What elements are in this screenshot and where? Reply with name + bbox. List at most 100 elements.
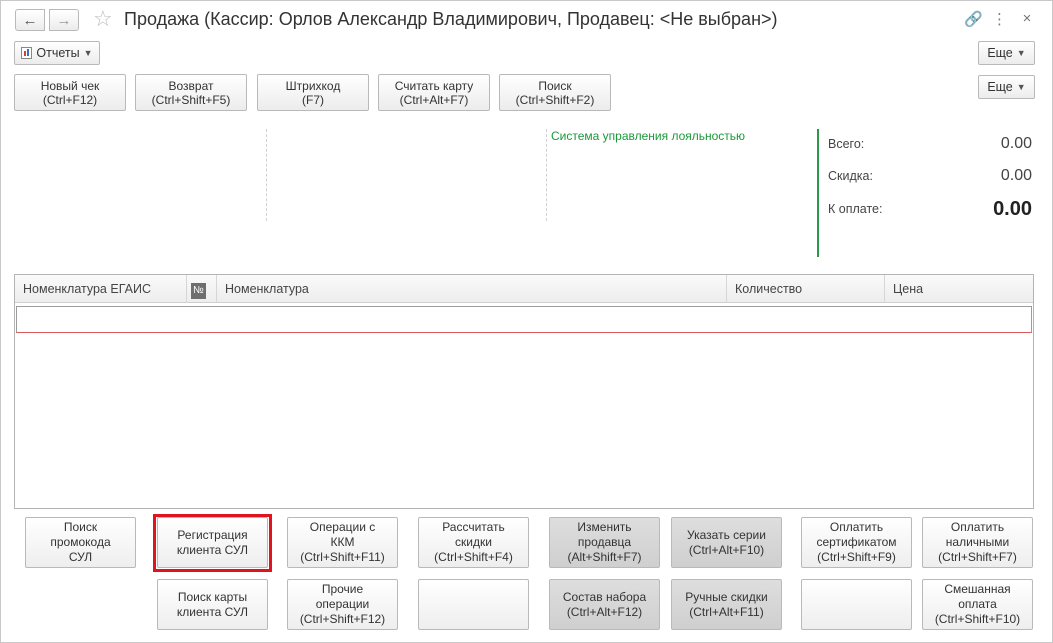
button-label: (Ctrl+Shift+F4) (434, 550, 513, 564)
more-label: Еще (987, 80, 1013, 94)
column-number[interactable]: № (187, 275, 217, 303)
more-icon[interactable]: ⋮ (992, 10, 1007, 28)
kkm-operations-button[interactable]: Операции с ККМ (Ctrl+Shift+F11) (287, 517, 398, 568)
back-button[interactable]: ← (15, 9, 45, 31)
button-label: (Ctrl+Shift+F10) (934, 612, 1021, 626)
sale-window: ← → ☆ Продажа (Кассир: Орлов Александр В… (0, 0, 1053, 643)
discount-value: 0.00 (1000, 167, 1032, 184)
more-label: Еще (987, 46, 1013, 60)
empty-button[interactable] (801, 579, 912, 630)
button-label: Оплатить (950, 520, 1005, 534)
button-label: Ручные скидки (685, 589, 768, 604)
reports-button[interactable]: Отчеты ▼ (14, 41, 100, 65)
barcode-button[interactable]: Штрихкод (F7) (257, 74, 369, 111)
new-receipt-button[interactable]: Новый чек (Ctrl+F12) (14, 74, 126, 111)
calculate-discounts-button[interactable]: Рассчитать скидки (Ctrl+Shift+F4) (418, 517, 529, 568)
change-seller-button[interactable]: Изменить продавца (Alt+Shift+F7) (549, 517, 660, 568)
button-label: Прочие (321, 582, 364, 596)
more-button-1[interactable]: Еще ▼ (978, 41, 1035, 65)
button-label: Изменить (577, 520, 632, 534)
button-shortcut: (Ctrl+F12) (42, 92, 98, 107)
button-label: операции (315, 597, 370, 611)
forward-button[interactable]: → (49, 9, 79, 31)
other-operations-button[interactable]: Прочие операции (Ctrl+Shift+F12) (287, 579, 398, 630)
panel-divider (266, 129, 267, 221)
report-icon (21, 47, 33, 59)
link-icon[interactable]: 🔗 (964, 10, 983, 28)
button-label: наличными (945, 535, 1010, 549)
button-shortcut: (Ctrl+Alt+F7) (399, 92, 469, 107)
button-label: (Ctrl+Shift+F7) (938, 550, 1017, 564)
reports-label: Отчеты (36, 46, 80, 60)
chevron-down-icon: ▼ (83, 48, 93, 58)
button-label: оплата (958, 597, 997, 611)
button-label: Поиск (63, 520, 98, 534)
button-label: (Ctrl+Alt+F10) (688, 542, 765, 557)
arrow-right-icon: → (56, 11, 72, 29)
button-label: сертификатом (816, 535, 897, 549)
button-label: Состав набора (562, 589, 647, 604)
discount-label: Скидка: (828, 169, 873, 183)
highlight-frame (153, 514, 272, 572)
button-label: скидки (455, 535, 492, 549)
chevron-down-icon: ▼ (1016, 82, 1026, 92)
number-icon: № (191, 283, 206, 299)
manual-discounts-button[interactable]: Ручные скидки (Ctrl+Alt+F11) (671, 579, 782, 630)
button-label: Возврат (168, 78, 214, 93)
button-label: Новый чек (40, 78, 100, 93)
panel-divider (546, 129, 547, 221)
to-pay-value: 0.00 (993, 198, 1032, 220)
specify-series-button[interactable]: Указать серии (Ctrl+Alt+F10) (671, 517, 782, 568)
button-label: ККМ (330, 535, 355, 549)
button-shortcut: (Ctrl+Shift+F5) (151, 92, 231, 107)
table-row[interactable] (16, 306, 1032, 333)
more-button-2[interactable]: Еще ▼ (978, 75, 1035, 99)
button-label: Поиск карты (177, 589, 248, 604)
button-label: Считать карту (394, 78, 474, 93)
window-title: Продажа (Кассир: Орлов Александр Владими… (124, 9, 778, 29)
table-header: Номенклатура ЕГАИС № Номенклатура Количе… (15, 275, 1033, 303)
button-label: Оплатить (829, 520, 884, 534)
button-label: (Ctrl+Alt+F12) (566, 604, 643, 619)
goods-table[interactable]: Номенклатура ЕГАИС № Номенклатура Количе… (14, 274, 1034, 509)
return-button[interactable]: Возврат (Ctrl+Shift+F5) (135, 74, 247, 111)
star-icon[interactable]: ☆ (93, 7, 113, 31)
button-label: (Ctrl+Shift+F9) (817, 550, 896, 564)
total-value: 0.00 (1000, 135, 1032, 152)
arrow-left-icon: ← (22, 11, 38, 29)
mixed-payment-button[interactable]: Смешанная оплата (Ctrl+Shift+F10) (922, 579, 1033, 630)
loyalty-system-label: Система управления лояльностью (551, 129, 746, 143)
pay-cash-button[interactable]: Оплатить наличными (Ctrl+Shift+F7) (922, 517, 1033, 568)
column-quantity[interactable]: Количество (727, 275, 885, 303)
empty-button[interactable] (418, 579, 529, 630)
button-label: клиента СУЛ (176, 604, 249, 619)
button-label: промокода (50, 535, 111, 549)
button-label: (Ctrl+Alt+F11) (689, 604, 764, 619)
column-nomenclature[interactable]: Номенклатура (217, 275, 727, 303)
title-tools: 🔗 ⋮ × (964, 10, 1034, 28)
pay-by-certificate-button[interactable]: Оплатить сертификатом (Ctrl+Shift+F9) (801, 517, 912, 568)
button-label: продавца (577, 535, 632, 549)
search-button[interactable]: Поиск (Ctrl+Shift+F2) (499, 74, 611, 111)
find-promo-code-button[interactable]: Поиск промокода СУЛ (25, 517, 136, 568)
button-label: СУЛ (68, 550, 93, 564)
read-card-button[interactable]: Считать карту (Ctrl+Alt+F7) (378, 74, 490, 111)
total-label: Всего: (828, 137, 865, 151)
totals-accent-bar (817, 129, 819, 257)
column-price[interactable]: Цена (885, 275, 1033, 303)
button-label: Поиск (538, 78, 572, 93)
chevron-down-icon: ▼ (1016, 48, 1026, 58)
button-label: Операции с (309, 520, 376, 534)
button-label: Указать серии (687, 527, 766, 542)
button-label: Рассчитать (442, 520, 505, 534)
close-icon[interactable]: × (1020, 10, 1034, 28)
to-pay-label: К оплате: (828, 202, 883, 216)
button-shortcut: (Ctrl+Shift+F2) (515, 92, 595, 107)
kit-contents-button[interactable]: Состав набора (Ctrl+Alt+F12) (549, 579, 660, 630)
find-client-card-button[interactable]: Поиск карты клиента СУЛ (157, 579, 268, 630)
column-egais[interactable]: Номенклатура ЕГАИС (15, 275, 187, 303)
button-label: Смешанная (944, 582, 1011, 596)
button-label: (Ctrl+Shift+F12) (299, 612, 386, 626)
button-label: (Alt+Shift+F7) (567, 550, 642, 564)
button-label: (Ctrl+Shift+F11) (300, 550, 385, 564)
